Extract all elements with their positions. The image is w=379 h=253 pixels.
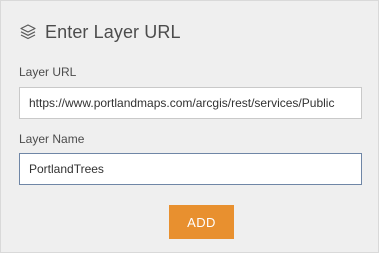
add-button[interactable]: ADD (169, 205, 234, 239)
panel-title: Enter Layer URL (45, 21, 181, 42)
layer-url-label: Layer URL (19, 65, 77, 79)
layers-icon (19, 23, 37, 41)
layer-url-input[interactable] (19, 87, 362, 119)
panel-header: Enter Layer URL (19, 19, 181, 45)
layer-name-label: Layer Name (19, 132, 85, 146)
layer-name-input[interactable] (19, 153, 362, 185)
enter-layer-url-panel: Enter Layer URL Layer URL Layer Name ADD (0, 0, 379, 253)
